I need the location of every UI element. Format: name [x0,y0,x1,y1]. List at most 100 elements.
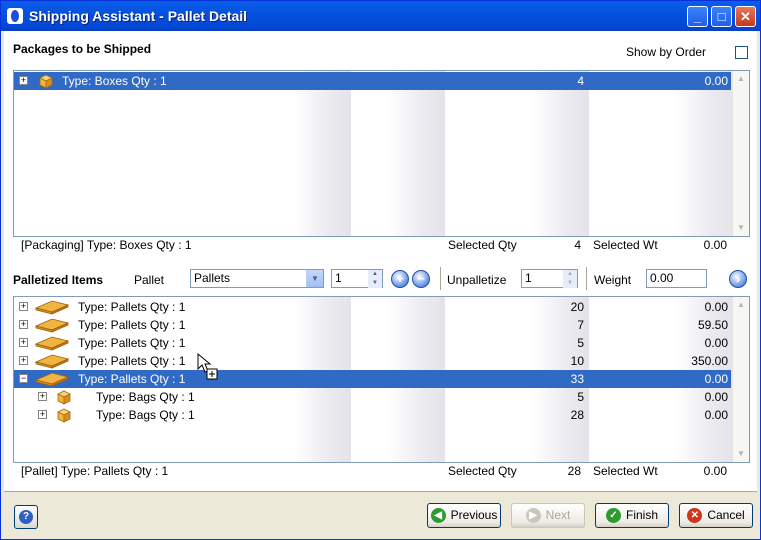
show-by-order-label: Show by Order [626,45,707,59]
pallet-row[interactable]: + Type: Pallets Qty : 1 7 59.50 [14,316,731,334]
pallet-row-weight: 0.00 [704,372,728,386]
pallet-label: Pallet [134,273,165,287]
palletized-section-label: Palletized Items [13,273,104,287]
packages-scrollbar[interactable]: ▲ ▼ [732,71,749,236]
pallet-row-weight: 0.00 [704,336,728,350]
scroll-up-icon[interactable]: ▲ [734,298,748,312]
scroll-up-icon[interactable]: ▲ [734,72,748,86]
grid-column-shade [675,71,732,236]
weight-value: 0.00 [650,271,674,285]
stepper-up-icon[interactable]: ▲ [368,270,382,279]
app-icon [7,8,23,24]
palletized-selected-qty: 28 [567,464,581,478]
pallet-row-qty: 20 [570,300,584,314]
packages-footer: [Packaging] Type: Boxes Qty : 1 Selected… [21,236,731,254]
help-button[interactable]: ? [14,505,38,529]
toolbar-separator [586,267,587,290]
show-by-order-checkbox[interactable] [735,46,748,59]
help-icon: ? [19,510,33,524]
pallet-row-weight: 350.00 [691,354,728,368]
pallet-type-select[interactable]: Pallets ▼ [190,269,324,288]
unpalletize-label: Unpalletize [447,273,507,287]
button-bar: ? ◀ Previous ▶ Next ✓ Finish ✕ Cancel [4,491,757,538]
stepper-down-icon[interactable]: ▼ [563,279,577,288]
pallet-icon [34,336,70,351]
collapse-icon[interactable]: − [19,374,28,383]
packages-section-label: Packages to be Shipped [13,42,152,56]
grid-column-shade [532,71,589,236]
expand-icon[interactable]: + [38,410,47,419]
grid-column-shade [388,71,445,236]
bag-row-qty: 28 [570,408,584,422]
box-icon [39,74,53,89]
package-row-weight: 0.00 [704,74,728,88]
packages-selected-wt: 0.00 [703,238,727,252]
arrow-left-icon: ◀ [430,508,446,524]
expand-icon[interactable]: + [19,338,28,347]
pallet-row[interactable]: + Type: Pallets Qty : 1 20 0.00 [14,298,731,316]
previous-button[interactable]: ◀ Previous [427,503,501,528]
pallet-row-label: Type: Pallets Qty : 1 [78,336,186,350]
palletized-tree[interactable]: + Type: Pallets Qty : 1 20 0.00 + Type: … [13,296,750,463]
package-row[interactable]: + Type: Boxes Qty : 1 4 0.00 [14,72,731,90]
packages-tree[interactable]: + Type: Boxes Qty : 1 4 0.00 ▲ ▼ [13,70,750,237]
cancel-x-icon: ✕ [687,508,703,524]
bag-row-label: Type: Bags Qty : 1 [96,408,195,422]
finish-button[interactable]: ✓ Finish [595,503,669,528]
pallet-count-stepper[interactable]: 1 ▲ ▼ [331,269,383,288]
next-button[interactable]: ▶ Next [511,503,585,528]
dialog-body: Packages to be Shipped Show by Order + T… [4,31,757,538]
pallet-row-qty: 33 [570,372,584,386]
drag-copy-cursor-icon [197,353,218,380]
unpalletize-stepper[interactable]: 1 ▲ ▼ [521,269,578,288]
expand-icon[interactable]: + [19,356,28,365]
expand-icon[interactable]: + [19,302,28,311]
pallet-icon [34,318,70,333]
previous-label: Previous [450,508,498,522]
pallet-row-qty: 7 [577,318,584,332]
bag-row[interactable]: + Type: Bags Qty : 1 5 0.00 [14,388,731,406]
packages-selected-wt-label: Selected Wt [593,238,658,252]
pallet-row[interactable]: + Type: Pallets Qty : 1 5 0.00 [14,334,731,352]
palletized-selected-wt: 0.00 [703,464,727,478]
pallet-icon [34,300,70,315]
stepper-up-icon[interactable]: ▲ [563,270,577,279]
expand-icon[interactable]: + [19,320,28,329]
checkmark-icon: ✓ [605,508,621,524]
pallet-type-value: Pallets [194,271,231,285]
pallet-row-label: Type: Pallets Qty : 1 [78,318,186,332]
stepper-down-icon[interactable]: ▼ [368,279,382,288]
packages-selected-qty: 4 [574,238,581,252]
bag-row-weight: 0.00 [704,408,728,422]
grid-column-shade [294,71,351,236]
palletized-footer-label: [Pallet] Type: Pallets Qty : 1 [21,464,169,478]
expand-icon[interactable]: + [19,76,28,85]
cancel-button[interactable]: ✕ Cancel [679,503,753,528]
apply-weight-button[interactable]: › [729,270,747,288]
pallet-row-weight: 0.00 [704,300,728,314]
chevron-down-icon[interactable]: ▼ [306,270,323,287]
close-button[interactable]: ✕ [735,6,756,27]
maximize-button[interactable]: □ [711,6,732,27]
remove-pallet-button[interactable]: − [412,270,430,288]
scroll-down-icon[interactable]: ▼ [734,447,748,461]
box-icon [57,390,71,405]
bag-row-qty: 5 [577,390,584,404]
palletized-scrollbar[interactable]: ▲ ▼ [732,297,749,462]
title-bar[interactable]: Shipping Assistant - Pallet Detail _ □ ✕ [1,1,760,31]
scroll-down-icon[interactable]: ▼ [734,221,748,235]
add-pallet-button[interactable]: + [391,270,409,288]
minimize-button[interactable]: _ [687,6,708,27]
pallet-row-label: Type: Pallets Qty : 1 [78,372,186,386]
expand-icon[interactable]: + [38,392,47,401]
bag-row[interactable]: + Type: Bags Qty : 1 28 0.00 [14,406,731,424]
pallet-count-value: 1 [335,271,342,285]
bag-row-weight: 0.00 [704,390,728,404]
weight-input[interactable]: 0.00 [646,269,707,288]
pallet-row[interactable]: + Type: Pallets Qty : 1 10 350.00 [14,352,731,370]
pallet-row-label: Type: Pallets Qty : 1 [78,300,186,314]
pallet-row-selected[interactable]: − Type: Pallets Qty : 1 33 0.00 [14,370,731,388]
package-row-qty: 4 [577,74,584,88]
pallet-row-qty: 10 [570,354,584,368]
next-label: Next [545,508,571,522]
